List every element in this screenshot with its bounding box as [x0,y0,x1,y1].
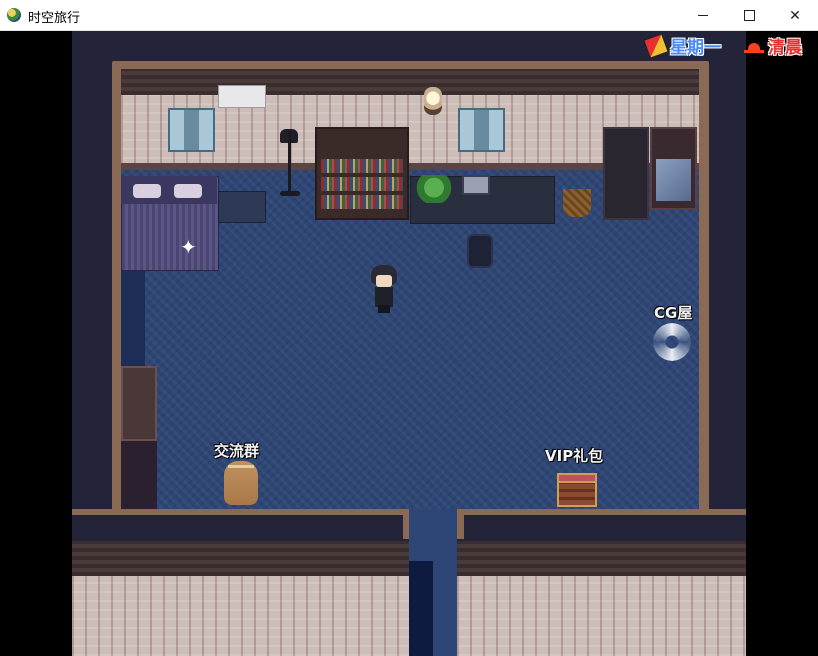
lower-wallpaper-right [457,576,746,656]
hallway-wall-left [72,515,403,539]
pillow [133,184,161,198]
group-chat-label: 交流群 [214,442,260,460]
vip-gift-label: VIP礼包 [545,447,604,465]
player-character [369,265,399,313]
day-label: 星期一 [670,38,721,58]
wall-top [121,69,699,95]
maximize-icon [743,10,755,21]
player-legs [378,305,390,313]
side-cabinet[interactable] [121,366,157,441]
book-row [321,195,403,209]
lower-wall-top-right [457,541,746,576]
player-face [376,275,392,287]
computer-monitor[interactable] [462,175,490,195]
minimize-icon [698,15,708,16]
curtain-left [170,110,184,150]
hud-day: 星期一 [643,32,721,59]
curtain-right [489,110,503,150]
window-left [168,108,215,152]
book-row [321,177,403,191]
time-label: 清晨 [768,38,802,58]
window-title: 时空旅行 [28,11,81,26]
corridor-shadow [409,561,433,656]
air-conditioner [218,85,266,108]
maximize-button[interactable] [726,0,772,31]
player-body [375,287,393,307]
wall-lamp [424,87,442,115]
sparkle-icon[interactable]: ✦ [180,235,197,259]
floor-lamp [288,131,291,193]
wicker-basket[interactable] [563,189,591,217]
group-chat-npc[interactable] [224,459,258,505]
curtain-left [460,110,474,150]
close-icon: ✕ [789,7,801,24]
chest-lid [557,473,597,483]
npc-headband [228,465,254,468]
game-viewport[interactable]: ✦ CG屋 交流群 VIP礼包 星期一 清晨 [0,31,818,656]
title-bar: 时空旅行 ✕ [0,0,818,31]
calendar-icon [643,32,669,59]
window-right [458,108,505,152]
wardrobe[interactable] [603,127,649,220]
potted-plant [415,175,453,203]
close-button[interactable]: ✕ [772,0,818,31]
floor-lamp-base [280,191,300,196]
lower-wallpaper-left [72,576,409,656]
minimize-button[interactable] [680,0,726,31]
mirror[interactable] [656,159,691,201]
sunrise-icon [744,39,764,53]
book-row [321,159,403,173]
trash-can[interactable] [467,234,493,268]
curtain-right [199,110,213,150]
lower-wall-top-left [72,541,409,576]
pillow [174,184,202,198]
hallway-wall-right [464,515,746,539]
app-icon [7,8,21,22]
nightstand[interactable] [218,191,266,223]
cg-room-label: CG屋 [654,304,693,322]
cg-room-portal[interactable] [653,323,691,361]
bookshelf[interactable] [315,127,409,220]
hud-time: 清晨 [744,33,802,58]
side-cabinet-base [121,441,157,509]
